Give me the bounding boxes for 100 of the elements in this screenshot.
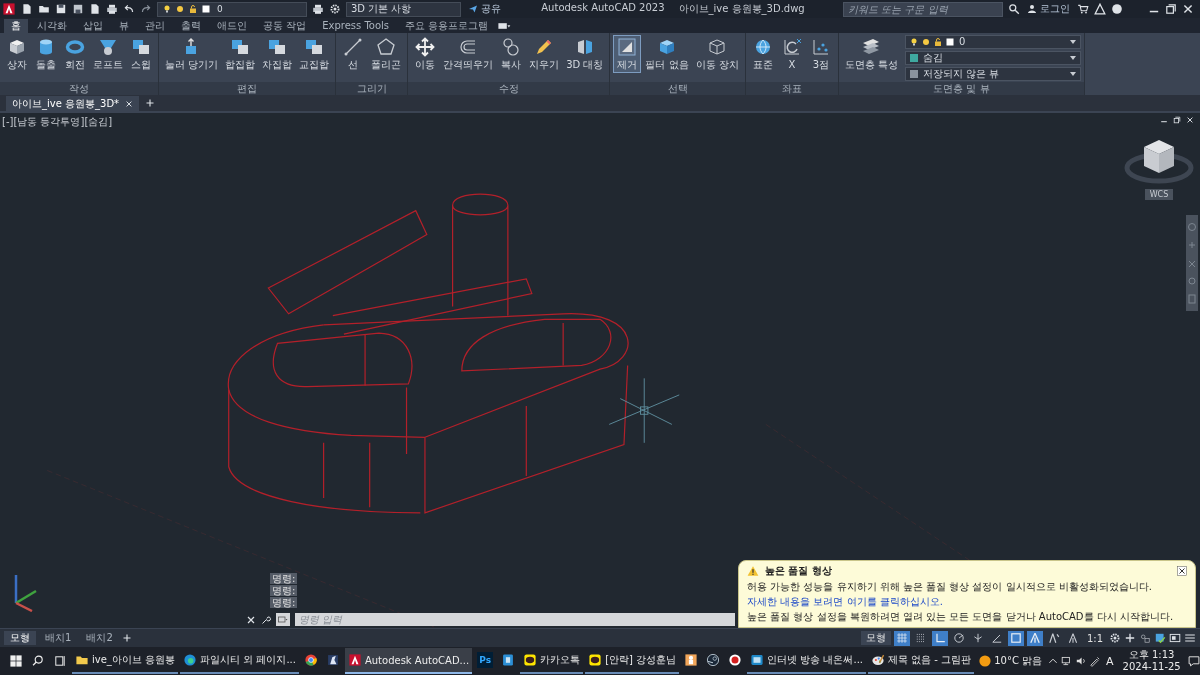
visual-style-dropdown[interactable]: 숨김 xyxy=(905,51,1081,65)
ribbon-tool-button[interactable]: 이동 xyxy=(411,35,440,73)
taskbar-app-button[interactable]: ive_아이브 응원봉 xyxy=(72,648,179,674)
selection-cycle-icon[interactable] xyxy=(1139,632,1151,644)
ribbon-tool-button[interactable]: 지우기 xyxy=(526,35,563,73)
redo-icon[interactable] xyxy=(140,3,152,15)
input-method-indicator[interactable]: A xyxy=(1106,654,1114,668)
cart-icon[interactable] xyxy=(1077,3,1089,15)
share-button[interactable]: 공유 xyxy=(466,2,503,16)
notification-link[interactable]: 자세한 내용을 보려면 여기를 클릭하십시오. xyxy=(747,595,943,608)
ribbon-tool-button[interactable]: 스윕 xyxy=(127,35,155,73)
ribbon-tool-button[interactable]: X xyxy=(777,35,806,73)
plus-icon[interactable] xyxy=(1124,632,1136,644)
ribbon-tool-button[interactable]: 3D 대칭 xyxy=(563,35,607,73)
panel-title[interactable]: 좌표 xyxy=(745,82,838,95)
search-icon[interactable] xyxy=(31,654,45,668)
task-view-icon[interactable] xyxy=(53,654,67,668)
search-icon[interactable] xyxy=(1008,3,1020,15)
search-field[interactable]: 키워드 또는 구문 입력 xyxy=(843,1,1003,17)
settings-icon[interactable] xyxy=(329,3,341,15)
ribbon-tool-button[interactable]: 제거 xyxy=(613,35,642,73)
taskbar-app-button[interactable]: 카카오톡 xyxy=(520,648,584,674)
panel-title[interactable]: 수정 xyxy=(408,82,610,95)
ribbon-tab[interactable]: 애드인 xyxy=(210,18,254,33)
file-icon[interactable] xyxy=(89,3,101,15)
restore-icon[interactable] xyxy=(1165,3,1177,15)
ribbon-tool-button[interactable]: 간격띄우기 xyxy=(440,35,497,73)
speaker-icon[interactable] xyxy=(1075,655,1088,667)
ribbon-tool-button[interactable]: 돌출 xyxy=(32,35,60,73)
login-button[interactable]: 로그인 xyxy=(1025,2,1072,16)
panel-title[interactable]: 그리기 xyxy=(336,82,408,95)
ribbon-tool-button[interactable]: 필터 없음 xyxy=(642,35,692,73)
ribbon-tool-button[interactable]: 합집합 xyxy=(222,35,259,73)
cube-check-icon[interactable] xyxy=(1154,632,1166,644)
pen-icon[interactable] xyxy=(1089,655,1102,667)
status-toggle[interactable] xyxy=(1026,630,1043,646)
taskbar-app-button[interactable]: 인터넷 방송 내온써... xyxy=(747,648,866,674)
folder-icon[interactable] xyxy=(38,3,50,15)
app-logo-icon[interactable] xyxy=(2,2,16,16)
layer-dropdown[interactable]: 0 xyxy=(157,1,307,17)
ribbon-tool-button[interactable]: 선 xyxy=(339,35,368,73)
plus-icon[interactable] xyxy=(121,633,132,643)
taskbar-app-button[interactable]: Autodesk AutoCAD... xyxy=(344,648,473,674)
ribbon-tool-button[interactable]: 3점 xyxy=(806,35,835,73)
undo-icon[interactable] xyxy=(123,3,135,15)
restore-icon[interactable] xyxy=(1173,116,1181,124)
ribbon-tool-button[interactable]: 차집합 xyxy=(259,35,296,73)
ribbon-tab[interactable]: 뷰 xyxy=(112,18,136,33)
taskbar-app-button[interactable]: Ps xyxy=(474,648,497,674)
ribbon-tab[interactable]: 주요 응용프로그램 xyxy=(398,18,496,33)
annotation-scale-button[interactable]: 1:1 xyxy=(1083,632,1106,644)
ribbon-tool-button[interactable]: 폴리곤 xyxy=(368,35,405,73)
model-space-button[interactable]: 모형 xyxy=(860,631,891,645)
ribbon-tool-button[interactable]: 이동 장치 xyxy=(692,35,742,73)
taskbar-app-button[interactable]: [안락] 강성훈님 xyxy=(585,648,680,674)
save-icon[interactable] xyxy=(55,3,67,15)
printer-icon[interactable] xyxy=(312,3,324,15)
ribbon-tool-button[interactable]: 복사 xyxy=(497,35,526,73)
printer-icon[interactable] xyxy=(106,3,118,15)
panel-title[interactable]: 선택 xyxy=(610,82,745,95)
notification-icon[interactable] xyxy=(1186,654,1200,668)
status-toggle[interactable] xyxy=(893,630,910,646)
ribbon-tab[interactable]: 홈 xyxy=(4,18,28,33)
close-icon[interactable] xyxy=(125,99,134,108)
menu-icon[interactable] xyxy=(1184,632,1196,644)
ribbon-tab[interactable]: 출력 xyxy=(174,18,208,33)
windows-start-icon[interactable] xyxy=(9,654,23,668)
sun-icon[interactable] xyxy=(978,654,993,668)
ribbon-tab[interactable]: 공동 작업 xyxy=(256,18,314,33)
ribbon-tab[interactable]: Express Tools xyxy=(315,18,397,33)
settings-icon[interactable] xyxy=(1109,632,1121,644)
view-dropdown[interactable]: 저장되지 않은 뷰 xyxy=(905,67,1081,81)
ribbon-tab[interactable]: 삽입 xyxy=(76,18,110,33)
command-field[interactable]: 명령 입력 xyxy=(295,613,735,626)
panel-title[interactable]: 도면층 및 뷰 xyxy=(838,82,1084,95)
layout-tab[interactable]: 배치1 xyxy=(39,631,78,645)
clock-time[interactable]: 오후 1:13 xyxy=(1128,649,1175,661)
ribbon-tool-button[interactable]: 표준 xyxy=(748,35,777,73)
ribbon-tool-button[interactable]: 로프트 xyxy=(90,35,126,73)
taskbar-app-button[interactable]: 파일시티 외 페이지... xyxy=(180,648,299,674)
panel-title[interactable]: 작성 xyxy=(0,82,158,95)
taskbar-app-button[interactable]: 제목 없음 - 그림판 xyxy=(868,648,975,674)
file-icon[interactable] xyxy=(21,3,33,15)
plus-icon[interactable] xyxy=(145,98,156,108)
layer-dropdown[interactable]: 0 xyxy=(905,35,1081,49)
save-icon[interactable] xyxy=(72,3,84,15)
close-icon[interactable] xyxy=(1177,566,1187,576)
ribbon-tool-button[interactable]: 눌러 당기기 xyxy=(162,35,222,73)
ribbon-tool-button[interactable]: 교집합 xyxy=(296,35,333,73)
viewport-label[interactable]: [-][남동 등각투영][숨김] xyxy=(2,115,113,129)
triangle-icon[interactable] xyxy=(1094,3,1106,15)
ribbon-tool-button[interactable]: 도면층 특성 xyxy=(841,35,901,73)
ribbon-tab[interactable]: 관리 xyxy=(138,18,172,33)
layout-tab[interactable]: 모형 xyxy=(4,631,36,645)
fullscreen-icon[interactable] xyxy=(1169,632,1181,644)
ribbon-tab[interactable]: 시각화 xyxy=(30,18,74,33)
ribbon-tool-button[interactable]: 회전 xyxy=(61,35,89,73)
weather-text[interactable]: 10°C 맑음 xyxy=(994,654,1043,668)
document-tab[interactable]: 아이브_ive 응원봉_3D* xyxy=(6,96,140,111)
command-menu-icon[interactable] xyxy=(276,613,290,626)
